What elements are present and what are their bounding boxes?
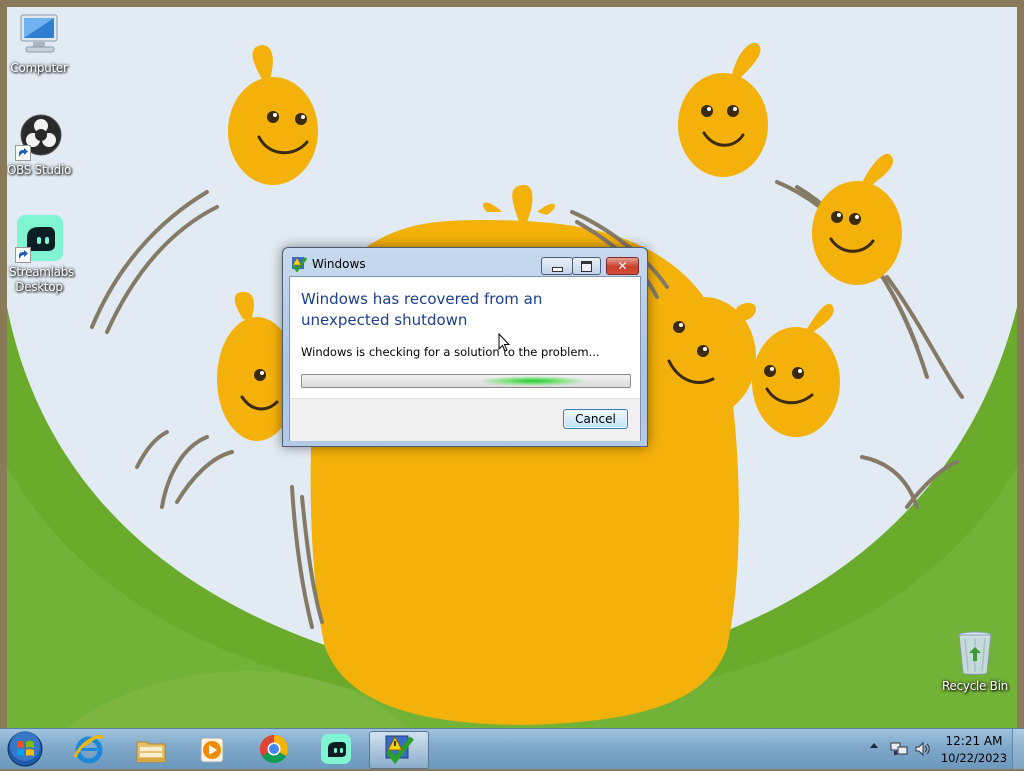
dialog-message: Windows is checking for a solution to th… <box>301 345 600 359</box>
taskbar-internet-explorer[interactable] <box>60 731 118 767</box>
dialog-content: Windows has recovered from an unexpected… <box>289 276 641 441</box>
problem-reports-icon <box>383 733 415 768</box>
desktop-icon-computer[interactable]: Computer <box>7 11 75 76</box>
desktop-icon-recycle-bin[interactable]: Recycle Bin <box>939 629 1011 694</box>
media-player-icon <box>196 734 228 769</box>
progress-marquee <box>478 376 588 386</box>
close-button[interactable]: ✕ <box>606 257 639 275</box>
desktop-icon-label: Streamlabs Desktop <box>9 265 74 294</box>
dialog-heading: Windows has recovered from an unexpected… <box>301 290 543 329</box>
taskbar-file-explorer[interactable] <box>122 731 180 767</box>
show-desktop-button[interactable] <box>1012 729 1024 769</box>
desktop-icon-label: Recycle Bin <box>942 679 1008 693</box>
clock-date[interactable]: 10/22/2023 <box>939 751 1009 765</box>
taskbar-problem-reports[interactable] <box>369 731 429 769</box>
dialog-footer: Cancel <box>290 398 640 441</box>
dialog-titlebar[interactable]: Windows ✕ <box>283 248 647 276</box>
volume-icon[interactable] <box>914 741 932 760</box>
dialog-title: Windows <box>312 257 366 271</box>
taskbar-media-player[interactable] <box>183 731 241 767</box>
progress-bar <box>301 374 631 388</box>
desktop-icon-obs-studio[interactable]: OBS Studio <box>7 113 75 178</box>
close-icon: ✕ <box>617 259 628 273</box>
desktop-icon-label: OBS Studio <box>7 163 72 177</box>
minimize-icon <box>552 267 563 272</box>
streamlabs-icon <box>15 215 63 263</box>
recovery-dialog: Windows ✕ Windows has recovered from an … <box>282 247 648 447</box>
desktop-icon-streamlabs[interactable]: Streamlabs Desktop <box>7 215 75 295</box>
taskbar: 12:21 AM 10/22/2023 <box>0 728 1024 769</box>
network-icon[interactable] <box>890 741 908 760</box>
restore-icon <box>581 261 592 272</box>
internet-explorer-icon <box>73 733 105 768</box>
cancel-button[interactable]: Cancel <box>563 409 628 429</box>
clock-time[interactable]: 12:21 AM <box>939 734 1009 748</box>
streamlabs-icon <box>320 733 352 768</box>
taskbar-streamlabs[interactable] <box>307 731 365 767</box>
computer-icon <box>15 11 63 59</box>
start-orb-icon <box>5 731 45 771</box>
problem-reports-icon <box>291 256 308 273</box>
shortcut-arrow-icon <box>15 247 31 263</box>
recycle-bin-icon <box>951 629 999 677</box>
file-explorer-icon <box>135 734 167 769</box>
taskbar-chrome[interactable] <box>245 731 303 767</box>
obs-studio-icon <box>15 113 63 161</box>
chrome-icon <box>258 733 290 768</box>
shortcut-arrow-icon <box>15 145 31 161</box>
notification-area: 12:21 AM 10/22/2023 <box>864 729 1024 769</box>
minimize-button[interactable] <box>541 257 573 275</box>
maximize-button[interactable] <box>572 257 601 275</box>
show-hidden-icons-icon[interactable] <box>870 743 878 748</box>
mouse-cursor-icon <box>498 333 511 352</box>
desktop-icon-label: Computer <box>10 61 68 75</box>
start-button[interactable] <box>5 730 45 768</box>
